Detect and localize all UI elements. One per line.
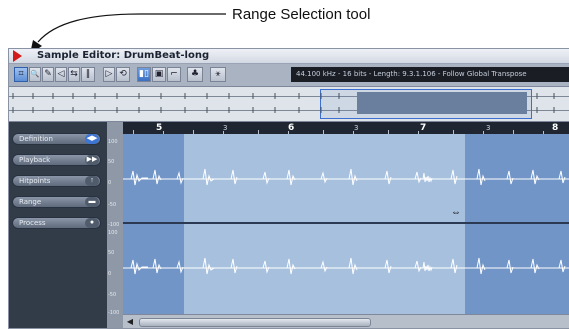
level-label: 100 <box>108 139 118 145</box>
sidebar-item-label: Playback <box>19 156 51 164</box>
callout-label: Range Selection tool <box>232 6 371 23</box>
time-ruler[interactable]: 5 3 6 3 7 3 8 <box>123 122 569 134</box>
range-icon: ▬ <box>85 197 99 207</box>
snap-icon: ▮▯ <box>139 69 149 79</box>
play-button[interactable]: ▷ <box>103 67 115 82</box>
level-label: 0 <box>108 271 112 277</box>
bar-marker: 8 <box>552 123 559 133</box>
scrollbar-thumb[interactable] <box>139 318 371 327</box>
file-info-display: 44.100 kHz - 16 bits - Length: 9.3.1.106… <box>291 67 569 82</box>
level-label: -100 <box>108 222 120 228</box>
range-selection-icon: ⌗ <box>18 69 24 79</box>
bar-marker: 7 <box>420 123 427 133</box>
cursor-icon: ⌐ <box>170 69 178 79</box>
level-label: -50 <box>108 202 117 208</box>
beat-marker: 3 <box>354 124 359 132</box>
loop-button[interactable]: ⟲ <box>116 67 130 82</box>
level-label: 100 <box>108 230 118 236</box>
sidebar-item-label: Range <box>19 198 42 206</box>
app-logo-icon <box>13 50 22 62</box>
audition-button[interactable]: ▣ <box>152 67 166 82</box>
hitpoints-icon: ↑ <box>85 176 99 186</box>
beat-marker: 3 <box>486 124 491 132</box>
inspector-sidebar: Definition ◀▶ Playback ▶▶ Hitpoints ↑ Ra… <box>9 122 107 328</box>
musical-mode-button[interactable]: ⚹ <box>210 67 226 82</box>
window-title: Sample Editor: DrumBeat-long <box>37 50 210 61</box>
beat-icon: ♣ <box>190 69 200 79</box>
sidebar-item-definition[interactable]: Definition ◀▶ <box>12 133 101 145</box>
sidebar-item-label: Definition <box>19 135 53 143</box>
level-label: -50 <box>108 292 117 298</box>
sample-editor-window: Sample Editor: DrumBeat-long ⌗ 🔍 ✎ ◁ ⇆ ‖… <box>8 48 569 329</box>
magnifier-icon: 🔍 <box>30 70 40 78</box>
speaker-icon: ◁ <box>57 69 65 79</box>
level-label: 0 <box>108 180 112 186</box>
scroll-left-icon[interactable]: ◀ <box>125 317 135 326</box>
title-bar[interactable]: Sample Editor: DrumBeat-long <box>9 49 569 64</box>
range-selection-tool-button[interactable]: ⌗ <box>14 67 28 82</box>
hitpoint-icon: ‖ <box>85 69 91 79</box>
hitpoint-tool-button[interactable]: ‖ <box>81 67 95 82</box>
sidebar-item-playback[interactable]: Playback ▶▶ <box>12 154 101 166</box>
bar-marker: 5 <box>156 123 163 133</box>
playback-icon: ▶▶ <box>85 155 99 165</box>
definition-icon: ◀▶ <box>85 134 99 144</box>
scrub-icon: ⇆ <box>70 69 78 79</box>
level-scale: 100 50 0 -50 -100 100 50 0 -50 -100 <box>107 122 124 328</box>
sidebar-item-range[interactable]: Range ▬ <box>12 196 101 208</box>
zoom-tool-button[interactable]: 🔍 <box>29 67 41 82</box>
waveform-display[interactable] <box>123 134 569 314</box>
sidebar-item-hitpoints[interactable]: Hitpoints ↑ <box>12 175 101 187</box>
overview-line[interactable] <box>9 87 569 122</box>
process-icon: ● <box>85 218 99 228</box>
scrub-tool-button[interactable]: ⇆ <box>68 67 80 82</box>
sidebar-item-process[interactable]: Process ● <box>12 217 101 229</box>
loop-icon: ⟲ <box>119 69 127 79</box>
hitpoint-mode-button[interactable]: ♣ <box>187 67 203 82</box>
sidebar-item-label: Process <box>19 219 46 227</box>
audio-waveform <box>123 168 569 275</box>
play-icon: ▷ <box>105 69 113 79</box>
resize-cursor-icon: ⇔ <box>451 207 461 218</box>
toolbar: ⌗ 🔍 ✎ ◁ ⇆ ‖ ▷ ⟲ ▮▯ ▣ ⌐ ♣ ⚹ 44.100 kHz - … <box>9 64 569 87</box>
play-tool-button[interactable]: ◁ <box>55 67 67 82</box>
beat-marker: 3 <box>223 124 228 132</box>
musical-mode-icon: ⚹ <box>215 69 221 79</box>
snap-button[interactable]: ▮▯ <box>137 67 151 82</box>
level-label: 50 <box>108 250 115 256</box>
overview-waveform <box>12 93 555 113</box>
draw-tool-button[interactable]: ✎ <box>42 67 54 82</box>
bar-marker: 6 <box>288 123 295 133</box>
sidebar-item-label: Hitpoints <box>19 177 51 185</box>
pencil-icon: ✎ <box>44 69 52 79</box>
audition-icon: ▣ <box>154 69 164 79</box>
cursor-follow-button[interactable]: ⌐ <box>167 67 181 82</box>
level-label: -100 <box>108 310 120 316</box>
level-label: 50 <box>108 159 115 165</box>
